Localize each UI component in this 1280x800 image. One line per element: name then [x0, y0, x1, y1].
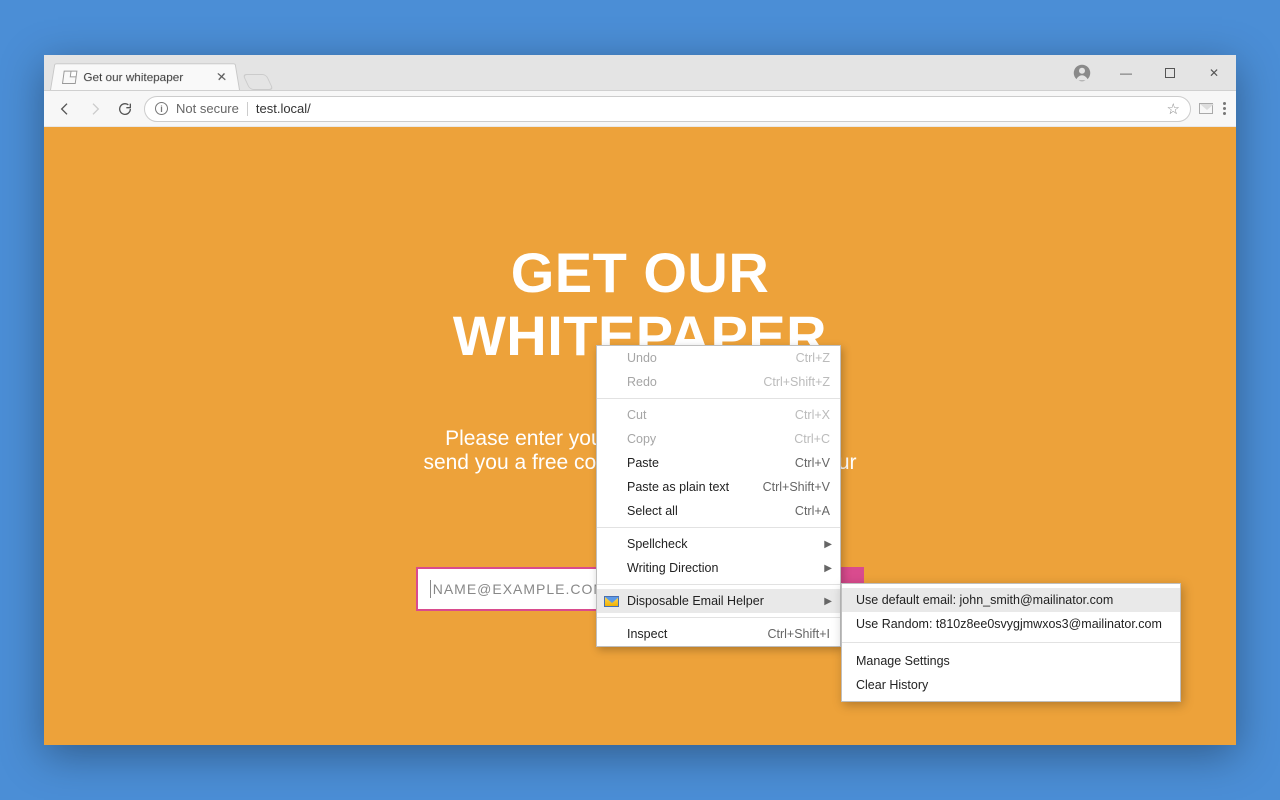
tab-close-button[interactable]: ✕ — [215, 69, 228, 84]
window-controls: — ✕ — [1060, 55, 1236, 91]
back-button[interactable] — [54, 98, 76, 120]
bookmark-star-icon[interactable]: ☆ — [1167, 100, 1180, 118]
chevron-right-icon: ▶ — [824, 563, 832, 574]
browser-menu-button[interactable] — [1223, 102, 1226, 115]
reload-button[interactable] — [114, 98, 136, 120]
envelope-icon — [604, 596, 619, 607]
profile-icon[interactable] — [1060, 55, 1104, 91]
ctx-spellcheck[interactable]: Spellcheck ▶ — [597, 532, 840, 556]
ctx-select-all[interactable]: Select all Ctrl+A — [597, 499, 840, 523]
tab-active[interactable]: Get our whitepaper ✕ — [50, 63, 240, 90]
window-minimize-button[interactable]: — — [1104, 55, 1148, 91]
ctx-paste[interactable]: Paste Ctrl+V — [597, 451, 840, 475]
site-info-icon[interactable]: i — [155, 102, 168, 115]
ctx-cut[interactable]: Cut Ctrl+X — [597, 403, 840, 427]
not-secure-label: Not secure — [176, 101, 239, 116]
heading-l1: GET OUR — [511, 241, 770, 304]
email-placeholder: NAME@EXAMPLE.COM — [433, 581, 606, 597]
submenu-use-default[interactable]: Use default email: john_smith@mailinator… — [842, 588, 1180, 612]
context-submenu: Use default email: john_smith@mailinator… — [841, 583, 1181, 702]
new-tab-button[interactable] — [242, 74, 273, 90]
omnibox-actions: ☆ — [1167, 100, 1180, 118]
ctx-paste-plain[interactable]: Paste as plain text Ctrl+Shift+V — [597, 475, 840, 499]
ctx-undo[interactable]: Undo Ctrl+Z — [597, 346, 840, 370]
url-text: test.local/ — [256, 101, 311, 116]
ctx-writing-direction[interactable]: Writing Direction ▶ — [597, 556, 840, 580]
toolbar: i Not secure test.local/ ☆ — [44, 91, 1236, 127]
extension-mail-icon[interactable] — [1199, 103, 1213, 114]
ctx-redo[interactable]: Redo Ctrl+Shift+Z — [597, 370, 840, 394]
tabs-area: Get our whitepaper ✕ — [44, 55, 270, 90]
submenu-clear-history[interactable]: Clear History — [842, 673, 1180, 697]
submenu-manage-settings[interactable]: Manage Settings — [842, 649, 1180, 673]
context-menu: Undo Ctrl+Z Redo Ctrl+Shift+Z Cut Ctrl+X… — [596, 345, 841, 647]
chevron-right-icon: ▶ — [824, 539, 832, 550]
window-close-button[interactable]: ✕ — [1192, 55, 1236, 91]
ctx-disposable-email-helper[interactable]: Disposable Email Helper ▶ — [597, 589, 840, 613]
ctx-inspect[interactable]: Inspect Ctrl+Shift+I — [597, 622, 840, 646]
browser-window: Get our whitepaper ✕ — ✕ i Not secure te… — [44, 55, 1236, 745]
separator — [247, 102, 248, 116]
page-icon — [62, 70, 77, 83]
titlebar: Get our whitepaper ✕ — ✕ — [44, 55, 1236, 91]
chevron-right-icon: ▶ — [824, 596, 832, 607]
window-maximize-button[interactable] — [1148, 55, 1192, 91]
submenu-use-random[interactable]: Use Random: t810z8ee0svygjmwxos3@mailina… — [842, 612, 1180, 636]
ctx-copy[interactable]: Copy Ctrl+C — [597, 427, 840, 451]
address-bar[interactable]: i Not secure test.local/ ☆ — [144, 96, 1191, 122]
tab-title: Get our whitepaper — [83, 70, 183, 83]
forward-button[interactable] — [84, 98, 106, 120]
